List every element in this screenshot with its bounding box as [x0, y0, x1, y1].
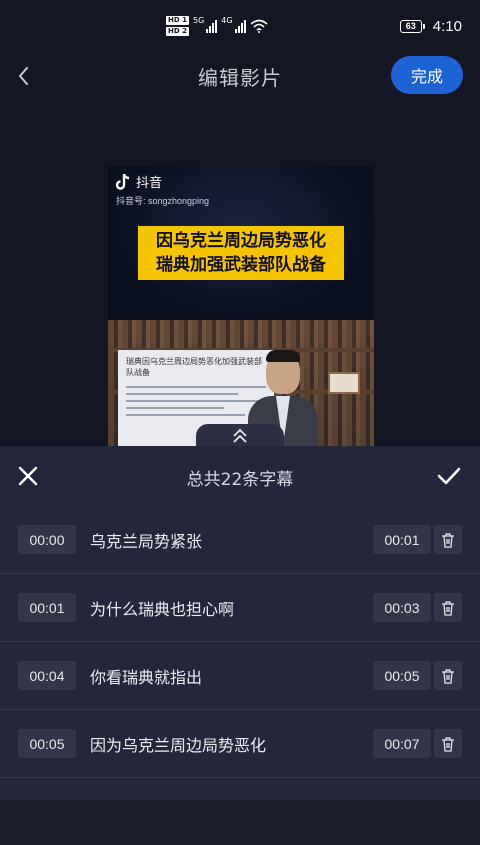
clock: 4:10 [432, 18, 462, 35]
headline-line-2: 瑞典加强武装部队战备 [156, 255, 326, 275]
subtitle-panel-header: 总共22条字幕 [0, 446, 480, 506]
end-time[interactable]: 00:01 [373, 525, 431, 554]
trash-icon [442, 600, 454, 616]
hd1-badge: HD 1 [166, 16, 189, 25]
trash-icon [442, 532, 454, 548]
subtitle-count-title: 总共22条字幕 [186, 470, 294, 490]
expand-handle[interactable] [196, 424, 284, 448]
subtitle-text[interactable]: 你看瑞典就指出 [90, 664, 202, 688]
subtitle-text[interactable]: 乌克兰局势紧张 [90, 528, 202, 552]
app-name: 抖音 [136, 176, 163, 191]
battery-level: 63 [399, 20, 422, 33]
account-id: 抖音号: songzhongping [116, 196, 210, 206]
delete-button[interactable] [434, 593, 462, 622]
confirm-button[interactable] [436, 463, 462, 489]
chevrons-up-icon [233, 428, 247, 443]
delete-button[interactable] [434, 525, 462, 554]
status-bar: HD 1 HD 2 5G 4G 63 4:10 [0, 0, 480, 54]
start-time[interactable]: 00:04 [18, 661, 76, 690]
checkmark-icon [437, 467, 461, 485]
video-preview[interactable]: 抖音 抖音号: songzhongping 因乌克兰周边局势恶化 瑞典加强武装部… [108, 166, 374, 448]
trash-icon [442, 736, 454, 752]
signal-1-icon [206, 19, 218, 33]
start-time[interactable]: 00:05 [18, 729, 76, 758]
done-button[interactable]: 完成 [391, 56, 463, 94]
end-time[interactable]: 00:05 [373, 661, 431, 690]
subtitle-row[interactable]: 00:01 为什么瑞典也担心啊 00:03 [0, 574, 480, 642]
network-type-2: 4G [221, 16, 233, 25]
end-time[interactable]: 00:07 [373, 729, 431, 758]
hd2-badge: HD 2 [166, 27, 189, 36]
subtitle-panel: 总共22条字幕 00:00 乌克兰局势紧张 00:01 00:01 为什么瑞典也… [0, 446, 480, 800]
subtitle-text[interactable]: 为什么瑞典也担心啊 [90, 596, 234, 620]
headline-banner: 因乌克兰周边局势恶化 瑞典加强武装部队战备 [138, 226, 344, 280]
subtitle-row[interactable]: 00:05 因为乌克兰周边局势恶化 00:07 [0, 710, 480, 778]
video-preview-area: 抖音 抖音号: songzhongping 因乌克兰周边局势恶化 瑞典加强武装部… [0, 98, 480, 448]
headline-line-1: 因乌克兰周边局势恶化 [156, 231, 326, 251]
status-icons: HD 1 HD 2 5G 4G [166, 16, 268, 36]
photo-frame [328, 372, 360, 394]
network-type-1: 5G [192, 16, 205, 25]
delete-button[interactable] [434, 661, 462, 690]
subtitle-row[interactable]: 00:04 你看瑞典就指出 00:05 [0, 642, 480, 710]
tiktok-watermark: 抖音 [116, 172, 162, 191]
subtitle-text[interactable]: 因为乌克兰周边局势恶化 [90, 732, 266, 756]
wifi-icon [250, 19, 268, 33]
start-time[interactable]: 00:00 [18, 525, 76, 554]
tiktok-logo-icon [116, 173, 130, 190]
board-text: 瑞典因乌克兰周边局势恶化加强武装部队战备 [126, 357, 262, 377]
subtitle-row[interactable]: 00:00 乌克兰局势紧张 00:01 [0, 506, 480, 574]
start-time[interactable]: 00:01 [18, 593, 76, 622]
trash-icon [442, 668, 454, 684]
status-right: 63 4:10 [399, 18, 462, 35]
battery-icon: 63 [399, 20, 425, 33]
signal-2-icon [234, 19, 246, 33]
subtitle-row-partial[interactable] [0, 778, 480, 845]
delete-button[interactable] [434, 729, 462, 758]
top-bar: 编辑影片 完成 [0, 54, 480, 98]
end-time[interactable]: 00:03 [373, 593, 431, 622]
